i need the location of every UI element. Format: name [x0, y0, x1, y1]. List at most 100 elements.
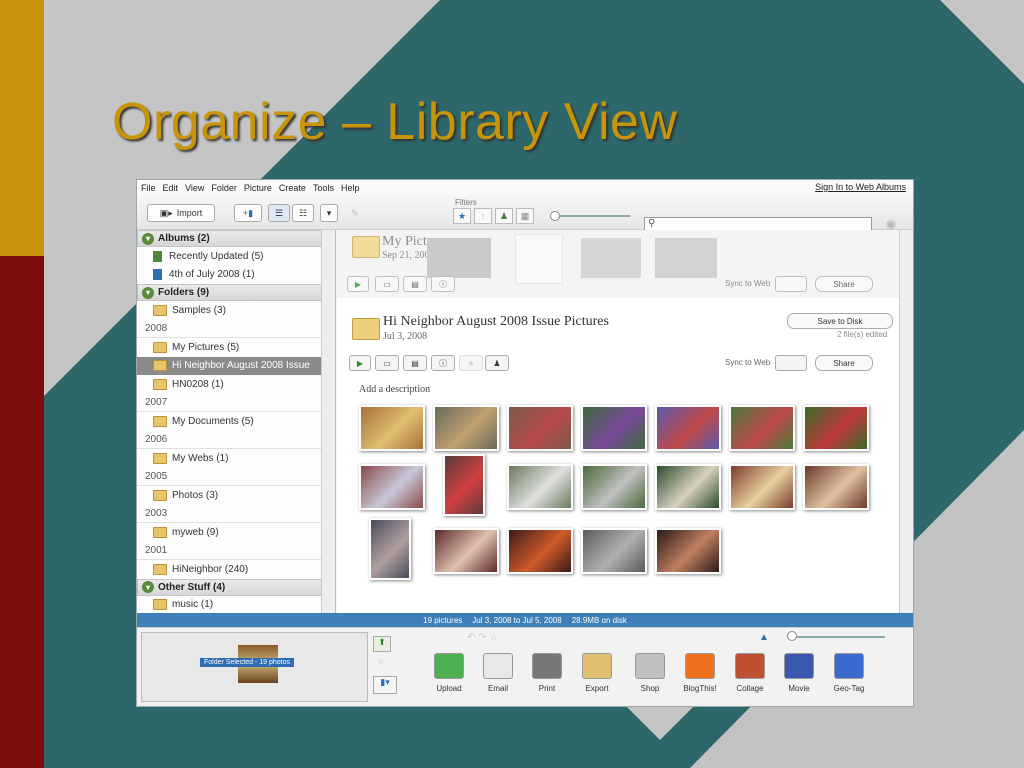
photo-thumbnail[interactable] — [359, 405, 425, 451]
description-field[interactable]: Add a description — [359, 384, 430, 395]
album-item[interactable]: 4th of July 2008 (1) — [137, 266, 335, 285]
collage-button[interactable]: ▤ — [403, 355, 427, 371]
people-filter[interactable]: ♟ — [495, 208, 513, 224]
hold-button[interactable]: ⬆ — [373, 636, 391, 652]
album-item[interactable]: Recently Updated (5) — [137, 247, 335, 266]
folder-item[interactable]: Samples (3) — [137, 301, 335, 320]
folder-item[interactable]: Hi Neighbor August 2008 Issue — [137, 356, 335, 375]
photo-thumbnail[interactable] — [581, 528, 647, 574]
photo-thumbnail[interactable] — [581, 405, 647, 451]
photo-thumbnail[interactable] — [369, 518, 411, 580]
main-scrollbar[interactable] — [899, 230, 913, 613]
photo-thumbnail[interactable] — [729, 464, 795, 510]
photo-thumbnail[interactable] — [803, 405, 869, 451]
people-button[interactable]: ♟ — [485, 355, 509, 371]
sync-toggle[interactable] — [775, 355, 807, 371]
folder-section-hi-neighbor: Hi Neighbor August 2008 Issue Pictures J… — [337, 298, 899, 613]
menu-tools[interactable]: Tools — [313, 183, 334, 193]
photo-thumbnail[interactable] — [655, 238, 717, 278]
folder-item[interactable]: HiNeighbor (240) — [137, 560, 335, 579]
import-button[interactable]: ▣▸ Import — [147, 204, 215, 222]
dropdown-button[interactable]: ▾ — [320, 204, 338, 222]
photo-thumbnail[interactable] — [433, 528, 499, 574]
collage-icon: ▤ — [411, 279, 419, 289]
add-to-album-button[interactable]: +▮ — [234, 204, 262, 222]
menu-view[interactable]: View — [185, 183, 204, 193]
photo-thumbnail[interactable] — [655, 528, 721, 574]
star-button[interactable]: ★ — [459, 355, 483, 371]
slideshow-button[interactable]: ▭ — [375, 276, 399, 292]
folder-section-my-pictures[interactable]: My Pictures Sep 21, 2008 ▶ ▭ ▤ ⓘ Sync to… — [337, 230, 899, 298]
folder-item[interactable]: Photos (3) — [137, 486, 335, 505]
photo-thumbnail[interactable] — [507, 464, 573, 510]
menu-create[interactable]: Create — [279, 183, 306, 193]
photo-thumbnail[interactable] — [581, 464, 647, 510]
folders-header[interactable]: ▾ Folders (9) — [137, 284, 335, 301]
info-button[interactable]: ⓘ — [431, 276, 455, 292]
view-list-button[interactable]: ☰ — [268, 204, 290, 222]
action-shop-button[interactable]: Shop — [630, 653, 670, 693]
action-collage-button[interactable]: Collage — [730, 653, 770, 693]
sidebar-scrollbar[interactable] — [321, 230, 335, 613]
action-export-button[interactable]: Export — [577, 653, 617, 693]
share-button[interactable]: Share — [815, 276, 873, 292]
photo-thumbnail[interactable] — [581, 238, 641, 278]
albums-header[interactable]: ▾ Albums (2) — [137, 230, 335, 247]
action-upload-button[interactable]: Upload — [429, 653, 469, 693]
rotate-icons[interactable]: ↶ ↷ ☆ — [467, 632, 498, 643]
photo-thumbnail[interactable] — [427, 238, 491, 278]
menu-picture[interactable]: Picture — [244, 183, 272, 193]
other-stuff-header[interactable]: ▾ Other Stuff (4) — [137, 578, 335, 596]
starred-filter[interactable]: ★ — [453, 208, 471, 224]
folder-item[interactable]: music (1) — [137, 596, 335, 614]
folder-item[interactable]: HN0208 (1) — [137, 375, 335, 394]
tray-selection[interactable]: Folder Selected - 19 photos — [141, 632, 368, 702]
folder-item[interactable]: myweb (9) — [137, 523, 335, 542]
photo-thumbnail[interactable] — [655, 405, 721, 451]
photo-thumbnail[interactable] — [443, 454, 485, 516]
photo-thumbnail[interactable] — [515, 234, 563, 284]
action-email-button[interactable]: Email — [478, 653, 518, 693]
action-print-button[interactable]: Print — [527, 653, 567, 693]
photo-thumbnail[interactable] — [803, 464, 869, 510]
add-to-album-button[interactable]: ▮▾ — [373, 676, 397, 694]
upload-filter[interactable]: ↑ — [474, 208, 492, 224]
photo-thumbnail[interactable] — [655, 464, 721, 510]
view-tree-button[interactable]: ☷ — [292, 204, 314, 222]
menu-help[interactable]: Help — [341, 183, 360, 193]
folder-item[interactable]: My Pictures (5) — [137, 338, 335, 357]
photo-thumbnail[interactable] — [507, 405, 573, 451]
save-to-disk-button[interactable]: Save to Disk — [787, 313, 893, 329]
thumbnail-size-knob[interactable] — [787, 631, 797, 641]
folder-item[interactable]: My Webs (1) — [137, 449, 335, 468]
menu-edit[interactable]: Edit — [163, 183, 179, 193]
edit-button[interactable]: ✎ — [343, 204, 367, 222]
info-button[interactable]: ⓘ — [431, 355, 455, 371]
video-filter[interactable]: ▦ — [516, 208, 534, 224]
menu-file[interactable]: File — [141, 183, 156, 193]
photo-thumbnail[interactable] — [507, 528, 573, 574]
photo-thumbnail[interactable] — [729, 405, 795, 451]
collapse-icon[interactable]: ▾ — [142, 232, 154, 245]
date-filter-slider[interactable] — [552, 215, 630, 217]
collapse-icon[interactable]: ▾ — [142, 581, 154, 593]
slideshow-button[interactable]: ▭ — [375, 355, 399, 371]
sync-toggle[interactable] — [775, 276, 807, 292]
action-geotag-button[interactable]: Geo-Tag — [829, 653, 869, 693]
clear-icon[interactable]: ○ — [378, 656, 383, 666]
collapse-icon[interactable]: ▾ — [142, 286, 154, 299]
photo-thumbnail[interactable] — [359, 464, 425, 510]
sync-label: Sync to Web — [725, 279, 771, 288]
thumbnail-size-slider[interactable] — [787, 636, 885, 638]
folder-item[interactable]: My Documents (5) — [137, 412, 335, 431]
menu-folder[interactable]: Folder — [211, 183, 237, 193]
play-button[interactable]: ▶ — [347, 276, 369, 292]
play-button[interactable]: ▶ — [349, 355, 371, 371]
share-button[interactable]: Share — [815, 355, 873, 371]
collage-button[interactable]: ▤ — [403, 276, 427, 292]
sign-in-link[interactable]: Sign In to Web Albums — [815, 182, 906, 192]
action-movie-button[interactable]: Movie — [779, 653, 819, 693]
photo-thumbnail[interactable] — [433, 405, 499, 451]
date-filter-knob[interactable] — [550, 211, 560, 221]
action-blogthis-button[interactable]: BlogThis! — [680, 653, 720, 693]
